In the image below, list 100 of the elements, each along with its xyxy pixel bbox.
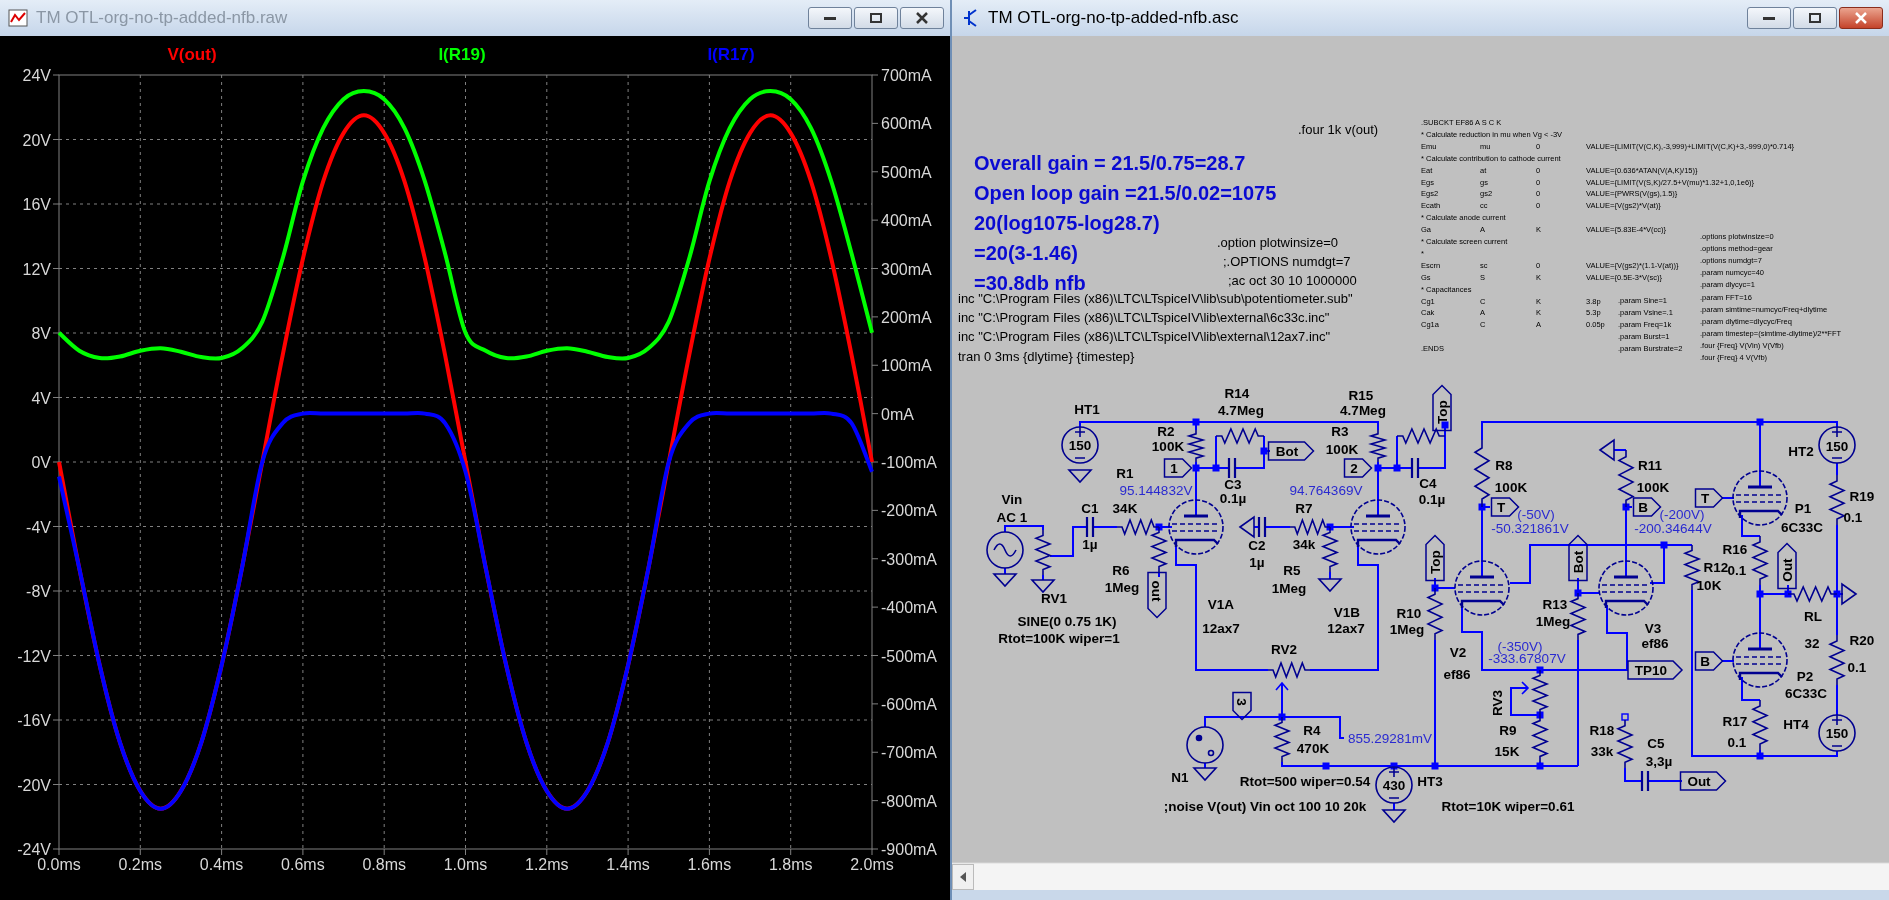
component-label: 32 [1804, 636, 1820, 651]
axis-tick-label: 12V [22, 260, 51, 278]
component-label: 33k [1590, 744, 1614, 759]
scroll-left-button[interactable] [952, 863, 974, 890]
component-label: Rtot=100K wiper=1 [998, 631, 1120, 646]
component-label: Vin [1001, 492, 1023, 507]
axis-tick-label: 0mA [881, 405, 914, 423]
component-label: 34k [1292, 537, 1316, 552]
component-label: C2 [1248, 538, 1266, 553]
trace-legend-label: I(R17) [707, 45, 755, 64]
minimize-button[interactable] [1747, 7, 1791, 29]
component-label: RL [1804, 609, 1822, 624]
resistor-symbol [1396, 427, 1446, 445]
axis-tick-label: -12V [17, 647, 51, 665]
maximize-button[interactable] [854, 7, 898, 29]
vacuum-tube-symbol [1598, 560, 1654, 616]
component-label: 1µ [1249, 555, 1265, 570]
voltage-source-symbol [1061, 426, 1099, 464]
component-label: R19 [1849, 489, 1875, 504]
axis-tick-label: -600mA [881, 695, 938, 713]
wire [1647, 780, 1683, 782]
component-label: R5 [1283, 563, 1301, 578]
component-label: 6C33C [1781, 520, 1823, 535]
axis-tick-label: -16V [17, 712, 51, 729]
net-label: Top [1425, 534, 1445, 582]
axis-tick-label: -20V [17, 776, 51, 794]
restore-icon [869, 12, 883, 24]
restore-icon [1808, 12, 1822, 24]
component-label: ef86 [1641, 636, 1669, 651]
minimize-button[interactable] [808, 7, 852, 29]
ground-symbol [1317, 578, 1343, 593]
voltage-source-symbol [1375, 766, 1413, 804]
chart-icon [8, 9, 28, 27]
axis-tick-label: -700mA [881, 744, 938, 762]
component-label: 100K [1325, 442, 1359, 457]
component-label: R13 [1542, 597, 1568, 612]
axis-tick-label: -900mA [881, 841, 938, 858]
trace-legend-label: I(R19) [438, 45, 486, 64]
spice-directive: inc "C:\Program Files (x86)\LTC\LTspiceIV\lib\external\12ax7.inc" [958, 329, 1331, 344]
axis-tick-label: 20V [22, 131, 51, 149]
ground-symbol [1841, 582, 1858, 606]
axis-tick-label: 0.2ms [118, 856, 163, 873]
annotation-text: =30.8db nfb [974, 272, 1086, 294]
component-label: R8 [1495, 458, 1513, 473]
spice-directive: .four 1k v(out) [1298, 122, 1379, 137]
resistor-symbol [1828, 634, 1846, 686]
spice-directive: .option plotwinsize=0 [1217, 235, 1339, 250]
close-button[interactable] [1839, 7, 1883, 29]
left-arrow-icon [959, 871, 967, 882]
node-voltage-label: 94.764369V [1289, 483, 1363, 498]
component-label: 100K [1151, 439, 1185, 454]
wire [1434, 577, 1456, 589]
horizontal-scrollbar[interactable] [974, 863, 1889, 890]
wire [1721, 497, 1735, 499]
annotation-text: 20(log1075-log28.7) [974, 212, 1160, 234]
component-label: R14 [1224, 386, 1250, 401]
component-label: R16 [1722, 542, 1748, 557]
wire [1613, 449, 1627, 451]
resistor-symbol [1368, 429, 1388, 463]
resistor-symbol [1473, 439, 1491, 508]
resistor-symbol [1828, 474, 1846, 526]
axis-tick-label: 500mA [881, 163, 932, 181]
net-label: T [1694, 488, 1724, 508]
component-label: V1A [1207, 597, 1235, 612]
axis-tick-label: 0.0ms [37, 856, 81, 873]
axis-tick-label: 16V [22, 196, 51, 213]
wire [1393, 802, 1395, 811]
component-label: RV1 [1041, 591, 1067, 606]
axis-tick-label: -100mA [881, 454, 938, 471]
net-label: Bot [1267, 441, 1315, 461]
axis-tick-label: -800mA [881, 792, 938, 810]
resistor-symbol [1787, 585, 1838, 603]
annotation-text: Open loop gain =21.5/0.02=1075 [974, 182, 1277, 204]
capacitor-symbol [1257, 515, 1267, 539]
component-label: 1Meg [1104, 580, 1140, 595]
component-label: 10K [1696, 578, 1722, 593]
resistor-symbol [1751, 699, 1769, 751]
wiper-arrowhead [1521, 681, 1530, 695]
component-label: RV3 [1490, 690, 1505, 716]
vacuum-tube-symbol [1350, 499, 1406, 555]
component-label: R1 [1116, 466, 1134, 481]
component-label: R2 [1157, 424, 1175, 439]
axis-tick-label: -400mA [881, 599, 938, 617]
voltage-source-symbol [986, 531, 1024, 569]
net-label: TP10 [1627, 660, 1684, 680]
component-label: 470K [1296, 741, 1330, 756]
component-label: R9 [1499, 723, 1517, 738]
component-label: R20 [1849, 633, 1875, 648]
close-button[interactable] [900, 7, 944, 29]
wire [1158, 571, 1160, 578]
component-label: 4.7Meg [1218, 403, 1264, 418]
resistor-symbol [1616, 719, 1634, 769]
axis-tick-label: 100mA [881, 357, 932, 375]
capacitor-symbol [1410, 456, 1420, 480]
component-label: 12ax7 [1202, 621, 1240, 636]
node-voltage-label: -50.321861V [1491, 521, 1569, 536]
pin-marker [1621, 713, 1629, 721]
component-label: N1 [1171, 770, 1189, 785]
component-label: 12ax7 [1327, 621, 1365, 636]
maximize-button[interactable] [1793, 7, 1837, 29]
